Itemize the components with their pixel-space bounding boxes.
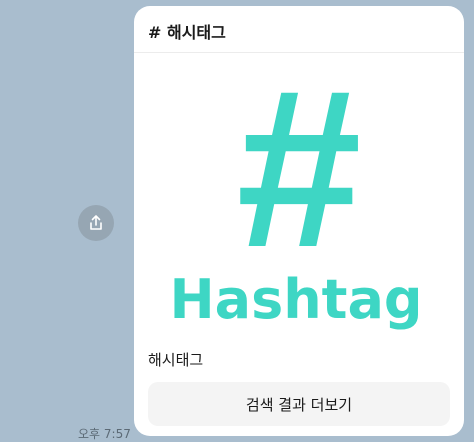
share-button[interactable]: [78, 205, 114, 241]
hashtag-image[interactable]: # Hashtag: [134, 42, 464, 341]
share-icon: [87, 214, 105, 232]
card-caption: 해시태그: [148, 351, 204, 369]
more-search-results-button[interactable]: 검색 결과 더보기: [148, 382, 450, 426]
hashtag-logo-text: Hashtag: [169, 268, 422, 331]
card-title: # 해시태그: [148, 23, 226, 42]
hashtag-card: # 해시태그 # Hashtag 해시태그 검색 결과 더보기: [134, 6, 464, 436]
card-header: # 해시태그: [134, 6, 464, 53]
message-time: 오후 7:57: [78, 427, 131, 441]
hash-symbol: #: [236, 56, 361, 294]
